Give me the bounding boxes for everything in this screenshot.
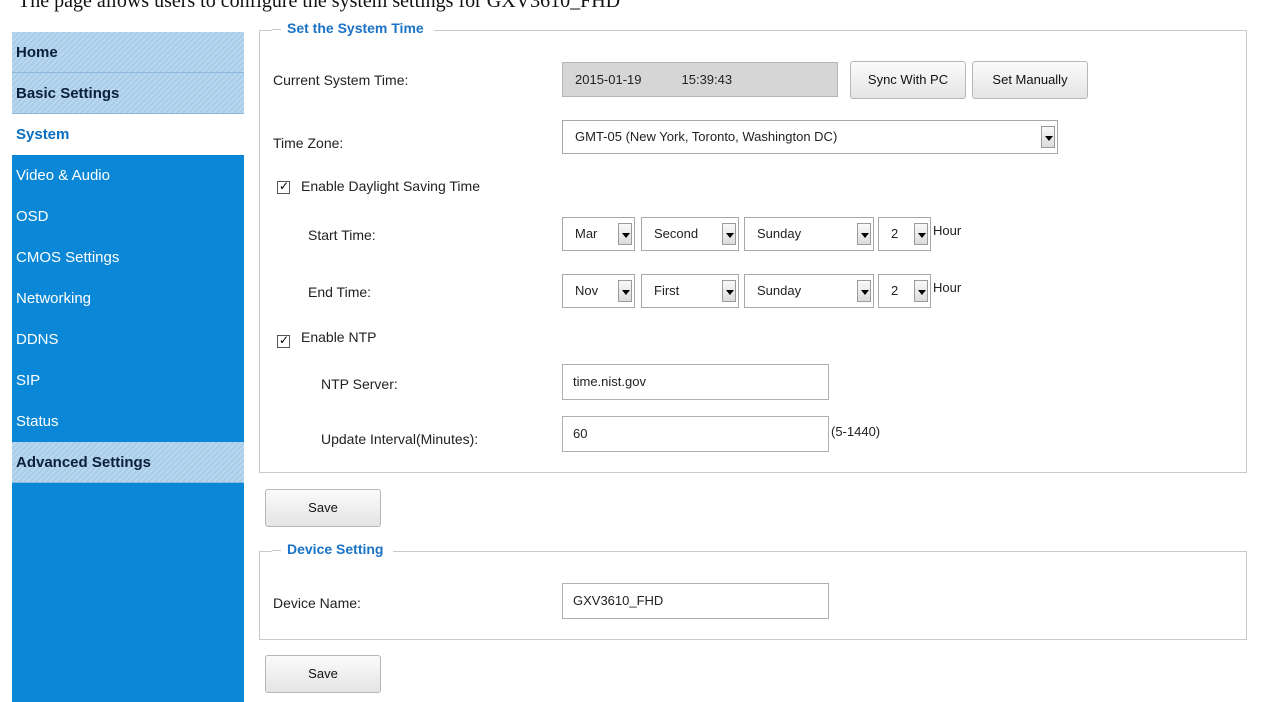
sidebar-item-status[interactable]: Status — [12, 401, 244, 442]
chevron-down-icon — [857, 223, 871, 245]
sidebar-item-advanced-settings[interactable]: Advanced Settings — [12, 442, 244, 483]
ntp-checkbox[interactable] — [277, 333, 290, 348]
chevron-down-icon — [914, 223, 928, 245]
sync-with-pc-button[interactable]: Sync With PC — [850, 61, 966, 99]
end-day-select[interactable]: Sunday — [744, 274, 874, 308]
set-manually-button[interactable]: Set Manually — [972, 61, 1088, 99]
end-hour-unit: Hour — [933, 280, 962, 295]
ntp-server-input[interactable]: time.nist.gov — [562, 364, 829, 400]
sidebar-item-cmos-settings[interactable]: CMOS Settings — [12, 237, 244, 278]
end-month-value: Nov — [575, 283, 599, 298]
time-zone-select[interactable]: GMT-05 (New York, Toronto, Washington DC… — [562, 120, 1058, 154]
device-setting-title: Device Setting — [272, 541, 394, 557]
time-zone-value: GMT-05 (New York, Toronto, Washington DC… — [575, 129, 838, 144]
end-time-label: End Time: — [308, 284, 372, 300]
start-week-value: Second — [654, 226, 699, 241]
time-zone-label: Time Zone: — [273, 135, 344, 151]
start-week-select[interactable]: Second — [641, 217, 739, 251]
start-hour-select[interactable]: 2 — [878, 217, 931, 251]
sidebar-item-home[interactable]: Home — [12, 32, 244, 73]
start-day-value: Sunday — [757, 226, 802, 241]
device-name-label: Device Name: — [273, 595, 361, 611]
sidebar-item-system[interactable]: System — [12, 114, 244, 155]
dst-checkbox[interactable] — [277, 179, 290, 194]
chevron-down-icon — [1041, 126, 1055, 148]
end-hour-select[interactable]: 2 — [878, 274, 931, 308]
start-month-value: Mar — [575, 226, 598, 241]
system-time-title: Set the System Time — [272, 20, 434, 36]
document-caption: The page allows users to configure the s… — [18, 0, 621, 12]
dst-label: Enable Daylight Saving Time — [301, 178, 480, 194]
end-day-value: Sunday — [757, 283, 802, 298]
chevron-down-icon — [857, 280, 871, 302]
sidebar-item-sip[interactable]: SIP — [12, 360, 244, 401]
sidebar-item-ddns[interactable]: DDNS — [12, 319, 244, 360]
chevron-down-icon — [722, 223, 736, 245]
start-day-select[interactable]: Sunday — [744, 217, 874, 251]
sidebar-item-video-audio[interactable]: Video & Audio — [12, 155, 244, 196]
update-interval-label: Update Interval(Minutes): — [321, 431, 479, 447]
chevron-down-icon — [722, 280, 736, 302]
current-time-value: 15:39:43 — [681, 72, 733, 87]
current-date-value: 2015-01-19 — [575, 72, 642, 87]
end-hour-value: 2 — [891, 283, 899, 298]
ntp-server-label: NTP Server: — [321, 376, 398, 392]
start-time-label: Start Time: — [308, 227, 376, 243]
start-hour-value: 2 — [891, 226, 899, 241]
save-device-button[interactable]: Save — [265, 655, 381, 693]
device-name-input[interactable]: GXV3610_FHD — [562, 583, 829, 619]
save-time-button[interactable]: Save — [265, 489, 381, 527]
chevron-down-icon — [618, 280, 632, 302]
chevron-down-icon — [618, 223, 632, 245]
sidebar-item-osd[interactable]: OSD — [12, 196, 244, 237]
update-interval-hint: (5-1440) — [831, 424, 881, 439]
start-month-select[interactable]: Mar — [562, 217, 635, 251]
system-time-group: Set the System Time Current System Time:… — [259, 20, 1247, 473]
end-month-select[interactable]: Nov — [562, 274, 635, 308]
current-time-label: Current System Time: — [273, 72, 409, 88]
ntp-label: Enable NTP — [301, 329, 377, 345]
sidebar-item-basic-settings[interactable]: Basic Settings — [12, 73, 244, 114]
current-time-display: 2015-01-19 15:39:43 — [562, 62, 838, 97]
sidebar-nav: Home Basic Settings System Video & Audio… — [12, 32, 244, 702]
end-week-value: First — [654, 283, 680, 298]
start-hour-unit: Hour — [933, 223, 962, 238]
sidebar-item-networking[interactable]: Networking — [12, 278, 244, 319]
chevron-down-icon — [914, 280, 928, 302]
update-interval-input[interactable]: 60 — [562, 416, 829, 452]
device-setting-group: Device Setting Device Name: GXV3610_FHD — [259, 541, 1247, 640]
end-week-select[interactable]: First — [641, 274, 739, 308]
